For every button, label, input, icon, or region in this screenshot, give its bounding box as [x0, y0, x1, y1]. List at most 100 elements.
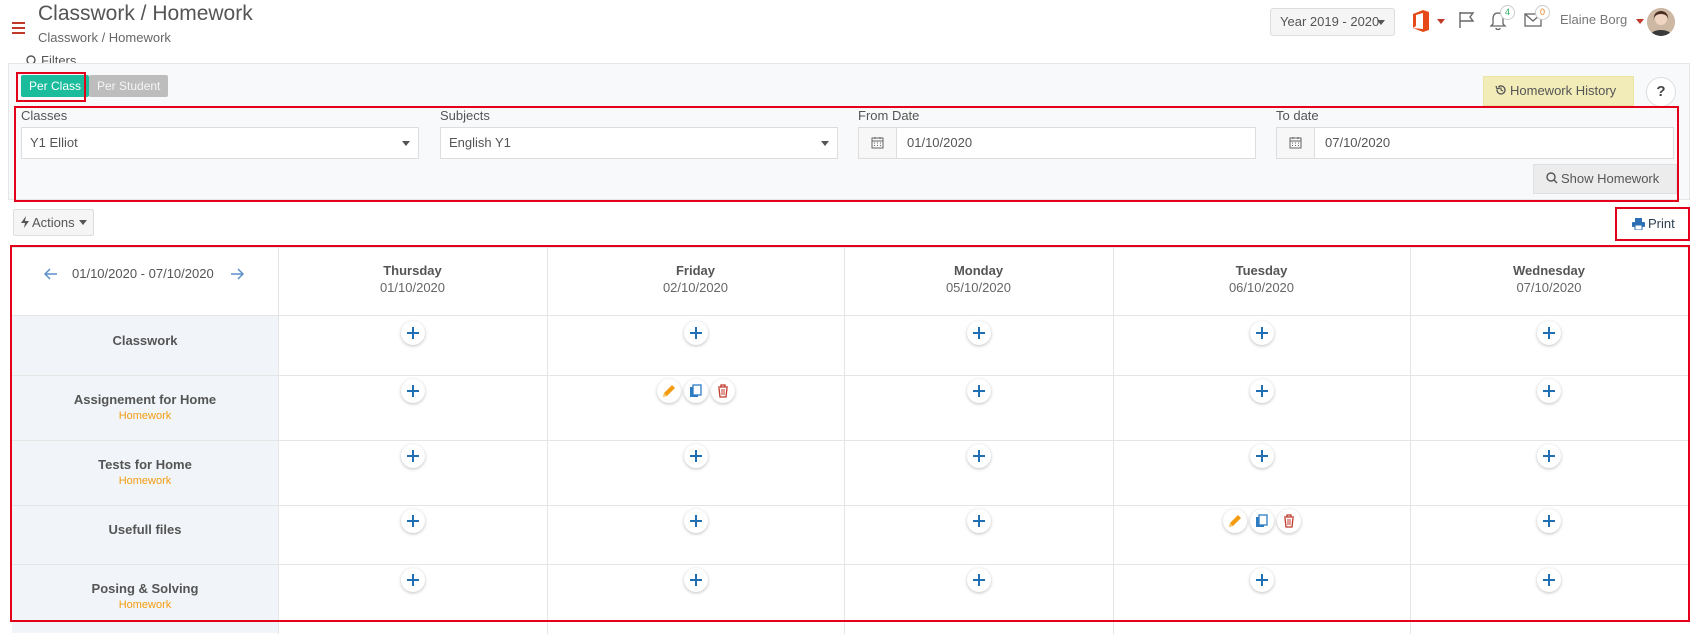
- delete-button[interactable]: [711, 379, 735, 403]
- edit-button[interactable]: [1223, 509, 1247, 533]
- delete-button[interactable]: [1277, 509, 1301, 533]
- subjects-select[interactable]: English Y1: [440, 127, 838, 159]
- print-label: Print: [1648, 216, 1675, 231]
- classes-label: Classes: [21, 108, 68, 123]
- edit-button[interactable]: [657, 379, 681, 403]
- to-date-value: 07/10/2020: [1325, 135, 1391, 150]
- calendar-icon[interactable]: [859, 128, 897, 158]
- breadcrumb: Classwork / Homework: [38, 30, 171, 45]
- office-caret-icon[interactable]: [1437, 19, 1445, 24]
- add-button[interactable]: [1537, 444, 1561, 468]
- chevron-down-icon: [402, 141, 410, 146]
- print-icon: [1632, 218, 1645, 231]
- grid-line: [547, 248, 548, 634]
- grid-line: [1113, 248, 1114, 634]
- to-date-label: To date: [1276, 108, 1319, 123]
- arrow-left-icon[interactable]: [44, 268, 58, 280]
- row-label-tests: Tests for Home Homework: [12, 456, 278, 489]
- messages-badge: 0: [1535, 5, 1550, 20]
- add-button[interactable]: [401, 321, 425, 345]
- day-date: 07/10/2020: [1516, 280, 1582, 295]
- homework-history-button[interactable]: Homework History: [1483, 76, 1634, 106]
- add-button[interactable]: [1250, 444, 1274, 468]
- day-name: Thursday: [383, 263, 442, 278]
- grid-line: [844, 248, 845, 634]
- top-header: Classwork / Homework Classwork / Homewor…: [0, 0, 1697, 47]
- flag-icon[interactable]: [1458, 11, 1476, 29]
- pencil-icon: [1229, 515, 1241, 527]
- row-title: Posing & Solving: [91, 581, 199, 596]
- office-icon[interactable]: [1412, 10, 1430, 32]
- add-button[interactable]: [967, 321, 991, 345]
- actions-label: Actions: [32, 215, 75, 230]
- arrow-right-icon[interactable]: [230, 268, 244, 280]
- grid-line: [1410, 248, 1411, 634]
- calendar-icon[interactable]: [1277, 128, 1315, 158]
- trash-icon: [718, 384, 728, 398]
- user-name[interactable]: Elaine Borg: [1560, 12, 1627, 27]
- row-title: Tests for Home: [98, 457, 192, 472]
- add-button[interactable]: [684, 444, 708, 468]
- row-title: Usefull files: [108, 522, 182, 537]
- day-name: Friday: [675, 263, 715, 278]
- day-date: 02/10/2020: [662, 280, 729, 295]
- add-button[interactable]: [401, 444, 425, 468]
- per-student-button[interactable]: Per Student: [89, 75, 169, 97]
- copy-button[interactable]: [684, 379, 708, 403]
- actions-button[interactable]: Actions: [13, 209, 94, 236]
- add-button[interactable]: [1537, 568, 1561, 592]
- add-button[interactable]: [1537, 509, 1561, 533]
- add-button[interactable]: [967, 444, 991, 468]
- day-header: Friday 02/10/2020: [547, 262, 844, 296]
- row-label-classwork: Classwork: [12, 332, 278, 349]
- add-button[interactable]: [684, 321, 708, 345]
- day-date: 06/10/2020: [1228, 280, 1295, 295]
- to-date-field[interactable]: 07/10/2020: [1276, 127, 1674, 159]
- grid-line: [12, 315, 1688, 316]
- add-button[interactable]: [684, 568, 708, 592]
- classes-value: Y1 Elliot: [30, 135, 78, 150]
- homework-grid: 01/10/2020 - 07/10/2020 Thursday 01/10/2…: [12, 247, 1688, 634]
- print-button[interactable]: Print: [1617, 210, 1687, 238]
- add-button[interactable]: [684, 509, 708, 533]
- homework-history-label: Homework History: [1510, 83, 1617, 98]
- add-button[interactable]: [1250, 321, 1274, 345]
- from-date-label: From Date: [858, 108, 920, 123]
- add-button[interactable]: [967, 379, 991, 403]
- per-class-button[interactable]: Per Class: [21, 75, 90, 97]
- help-button[interactable]: ?: [1646, 77, 1676, 107]
- grid-line: [12, 564, 1688, 565]
- menu-icon[interactable]: [12, 22, 25, 37]
- classes-select[interactable]: Y1 Elliot: [21, 127, 419, 159]
- copy-button[interactable]: [1250, 509, 1274, 533]
- page-title: Classwork / Homework: [38, 2, 253, 25]
- add-button[interactable]: [401, 568, 425, 592]
- notifications-badge: 4: [1500, 5, 1515, 20]
- chevron-down-icon: [78, 220, 87, 225]
- from-date-field[interactable]: 01/10/2020: [858, 127, 1256, 159]
- user-caret-icon[interactable]: [1636, 19, 1644, 24]
- day-name: Monday: [953, 263, 1004, 278]
- add-button[interactable]: [967, 509, 991, 533]
- add-button[interactable]: [1250, 379, 1274, 403]
- bolt-icon: [21, 216, 29, 228]
- avatar[interactable]: [1647, 8, 1675, 36]
- row-subtitle: Homework: [118, 599, 172, 611]
- chevron-down-icon: [1377, 20, 1385, 25]
- add-button[interactable]: [1250, 568, 1274, 592]
- add-button[interactable]: [1537, 379, 1561, 403]
- date-range-nav: 01/10/2020 - 07/10/2020: [12, 266, 278, 286]
- show-homework-button[interactable]: Show Homework: [1533, 164, 1677, 194]
- year-select-label: Year 2019 - 2020: [1280, 14, 1380, 29]
- year-select[interactable]: Year 2019 - 2020: [1270, 8, 1395, 36]
- add-button[interactable]: [1537, 321, 1561, 345]
- chevron-down-icon: [821, 141, 829, 146]
- copy-icon: [690, 384, 702, 397]
- add-button[interactable]: [401, 509, 425, 533]
- grid-line: [12, 505, 1688, 506]
- add-button[interactable]: [401, 379, 425, 403]
- show-homework-label: Show Homework: [1561, 171, 1660, 186]
- day-date: 01/10/2020: [379, 280, 446, 295]
- from-date-value: 01/10/2020: [907, 135, 973, 150]
- add-button[interactable]: [967, 568, 991, 592]
